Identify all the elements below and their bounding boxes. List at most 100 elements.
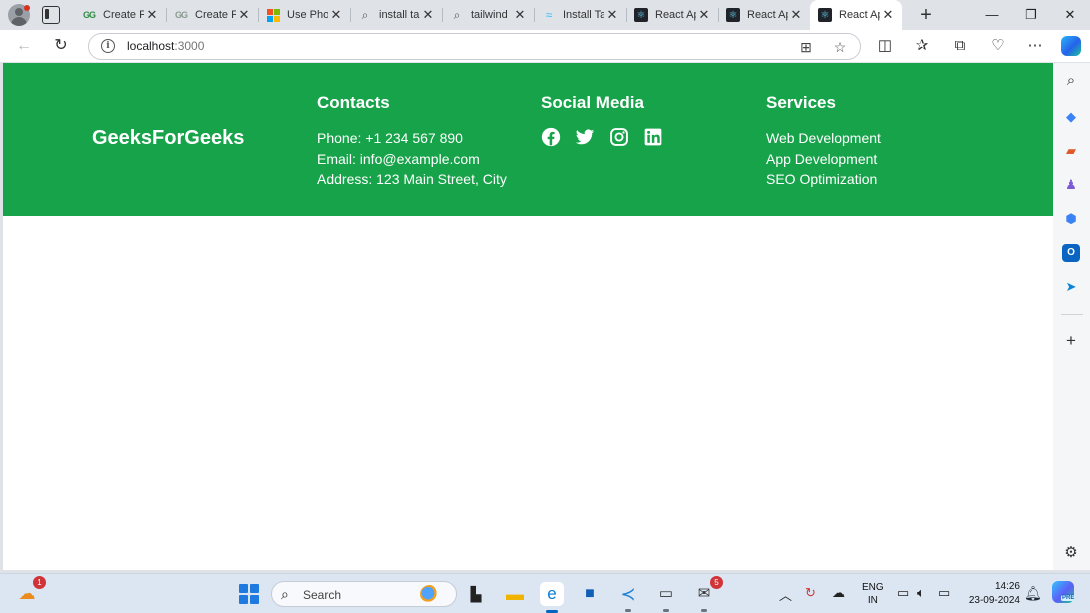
minimize-button[interactable]: — xyxy=(973,0,1011,30)
facebook-icon[interactable] xyxy=(541,127,561,147)
tools-icon[interactable]: ▰ xyxy=(1062,142,1080,160)
tab-install-tailwind[interactable]: ≈ Install Ta ✕ xyxy=(534,0,626,30)
tab-title: install tai xyxy=(379,9,420,21)
search-icon: ⌕ xyxy=(281,586,289,602)
settings-gear-icon[interactable]: ⚙ xyxy=(1062,544,1080,562)
close-icon[interactable]: ✕ xyxy=(144,7,160,23)
tab-strip: GG Create Fo ✕ GG Create Fo ✕ Use Phon ✕… xyxy=(0,0,1090,30)
add-icon[interactable]: + xyxy=(1062,332,1080,350)
edge-browser-icon[interactable]: e xyxy=(540,582,564,613)
contacts-heading: Contacts xyxy=(317,93,390,112)
services-heading: Services xyxy=(766,93,836,112)
profile-notification-dot xyxy=(24,5,30,11)
favorites-icon[interactable]: ✰ xyxy=(911,35,933,57)
instagram-icon[interactable] xyxy=(609,127,629,147)
split-screen-icon[interactable]: ◫ xyxy=(874,35,896,57)
page-viewport: GeeksForGeeks Contacts Phone: +1 234 567… xyxy=(3,63,1053,570)
sidebar-divider xyxy=(1061,314,1083,315)
tab-use-phone[interactable]: Use Phon ✕ xyxy=(258,0,350,30)
search-icon: ⌕ xyxy=(361,7,369,22)
close-icon[interactable]: ✕ xyxy=(236,7,252,23)
close-icon[interactable]: ✕ xyxy=(696,7,712,23)
contacts-section: Contacts Phone: +1 234 567 890 Email: in… xyxy=(317,93,507,190)
tab-title: React Ap xyxy=(747,9,788,21)
copilot-icon[interactable] xyxy=(1061,36,1081,56)
tab-react-app-2[interactable]: ⚛ React Ap ✕ xyxy=(718,0,810,30)
tab-install-tailwind-search[interactable]: ⌕ install tai ✕ xyxy=(350,0,442,30)
close-icon[interactable]: ✕ xyxy=(880,7,896,23)
twitter-icon[interactable] xyxy=(575,127,595,147)
tab-title: Use Phon xyxy=(287,9,328,21)
tab-title: React Ap xyxy=(839,9,880,21)
search-icon[interactable]: ⌕ xyxy=(1062,72,1080,90)
react-icon: ⚛ xyxy=(634,8,648,22)
more-options-icon[interactable]: ⋯ xyxy=(1024,35,1046,57)
restore-button[interactable]: ❐ xyxy=(1012,0,1050,30)
refresh-button[interactable]: ↻ xyxy=(49,35,73,57)
snipping-tool-icon[interactable]: ▭ xyxy=(654,582,678,612)
outlook-icon[interactable]: O xyxy=(1062,244,1080,262)
close-icon[interactable]: ✕ xyxy=(788,7,804,23)
language-code: ENG xyxy=(862,582,884,593)
games-icon[interactable]: ♟ xyxy=(1062,176,1080,194)
volume-icon[interactable]: 🔈︎ xyxy=(917,585,925,601)
brand-name: GeeksForGeeks xyxy=(92,127,245,149)
mail-icon[interactable]: ✉ 5 xyxy=(692,576,723,612)
close-window-button[interactable]: ✕ xyxy=(1051,0,1089,30)
search-icon: ⌕ xyxy=(453,7,461,22)
taskbar-search[interactable]: ⌕ Search xyxy=(271,581,457,607)
microsoft-365-icon[interactable]: ⬢ xyxy=(1062,210,1080,228)
microsoft-store-icon[interactable]: ■ xyxy=(578,582,602,606)
url-port: :3000 xyxy=(174,39,205,53)
close-icon[interactable]: ✕ xyxy=(604,7,620,23)
favorite-star-icon[interactable]: ☆ xyxy=(831,38,849,56)
task-view-icon[interactable]: ▙ xyxy=(464,582,488,606)
linkedin-icon[interactable] xyxy=(643,127,663,147)
search-placeholder: Search xyxy=(303,588,342,602)
tab-react-app-1[interactable]: ⚛ React Ap ✕ xyxy=(626,0,718,30)
close-icon[interactable]: ✕ xyxy=(328,7,344,23)
tab-actions-icon[interactable] xyxy=(42,6,60,24)
services-section: Services Web Development App Development… xyxy=(766,93,881,190)
browser-essentials-icon[interactable]: ♡ xyxy=(987,35,1009,57)
navigation-bar: ← ↻ i localhost:3000 ⊞ ☆ ◫ ✰ ⧉ ♡ ⋯ xyxy=(0,30,1090,62)
back-button[interactable]: ← xyxy=(12,35,36,57)
active-indicator xyxy=(625,609,631,612)
close-icon[interactable]: ✕ xyxy=(420,7,436,23)
tab-title: Create Fo xyxy=(195,9,236,21)
service-item: App Development xyxy=(766,150,878,167)
site-info-icon[interactable]: i xyxy=(101,39,115,53)
tab-title: Create Fo xyxy=(103,9,144,21)
show-hidden-icons[interactable]: ︿ xyxy=(779,585,792,604)
vscode-icon[interactable]: ≺ xyxy=(616,582,640,612)
file-explorer-icon[interactable]: ▬ xyxy=(503,582,527,606)
battery-icon[interactable]: ▭ xyxy=(938,585,950,601)
gfg-icon: GG xyxy=(82,10,96,20)
service-item: SEO Optimization xyxy=(766,171,878,187)
app-available-icon[interactable]: ⊞ xyxy=(797,38,815,56)
clock-date: 23-09-2024 xyxy=(968,595,1020,606)
tab-tailwind-search[interactable]: ⌕ tailwind ✕ xyxy=(442,0,534,30)
tab-create-form-1[interactable]: GG Create Fo ✕ xyxy=(74,0,166,30)
sync-icon[interactable]: ↻ xyxy=(805,585,816,601)
language-indicator[interactable]: ENG IN xyxy=(862,581,884,607)
social-media-heading: Social Media xyxy=(541,93,644,112)
react-icon: ⚛ xyxy=(726,8,740,22)
react-icon: ⚛ xyxy=(818,8,832,22)
network-icon[interactable]: ▭ xyxy=(897,585,909,601)
address-bar[interactable]: i localhost:3000 ⊞ ☆ xyxy=(88,33,861,60)
tab-create-form-2[interactable]: GG Create Fo ✕ xyxy=(166,0,258,30)
tab-react-app-active[interactable]: ⚛ React Ap ✕ xyxy=(810,0,902,30)
notifications-bell-icon[interactable]: 🔔︎ xyxy=(1024,585,1042,602)
windows-start-icon[interactable] xyxy=(237,582,261,606)
new-tab-button[interactable]: + xyxy=(915,4,937,26)
weather-icon[interactable]: ☁ 1 xyxy=(15,576,46,606)
url-text[interactable]: localhost:3000 xyxy=(127,39,204,53)
clock[interactable]: 14:26 23-09-2024 xyxy=(965,580,1020,608)
tailwind-icon: ≈ xyxy=(545,8,553,22)
collections-icon[interactable]: ⧉ xyxy=(949,35,971,57)
close-icon[interactable]: ✕ xyxy=(512,7,528,23)
send-icon[interactable]: ➤ xyxy=(1062,278,1080,296)
onedrive-icon[interactable]: ☁ xyxy=(832,585,845,601)
shopping-tag-icon[interactable]: ◆ xyxy=(1062,108,1080,126)
